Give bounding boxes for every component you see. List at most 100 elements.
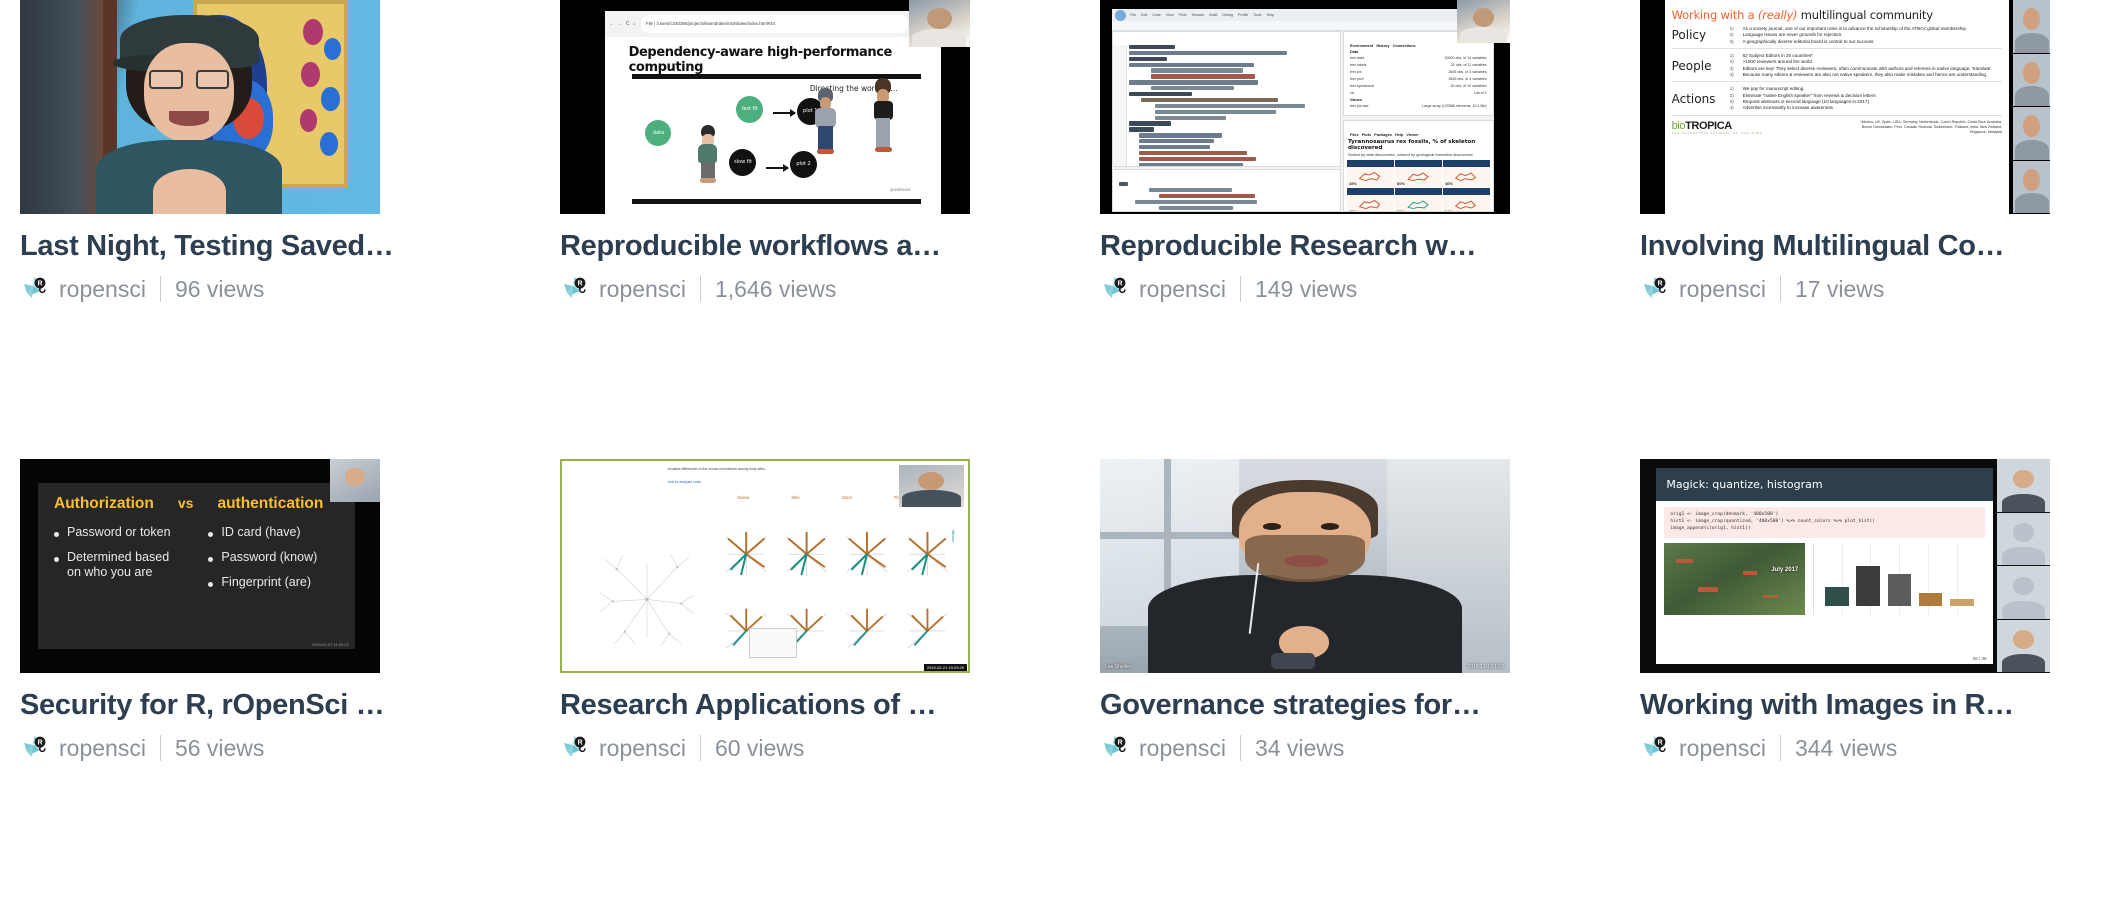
webcam-tile — [1996, 459, 2050, 513]
list-item: ID card (have) — [208, 525, 338, 540]
video-byline: R ropensci 344 views — [1640, 733, 2040, 763]
heading-emphasis: (really) — [1757, 8, 1798, 22]
video-title[interactable]: Governance strategies for… — [1100, 689, 1500, 721]
code-line: orig1 <- image_crop(denmark, '400x500') — [1670, 512, 1779, 518]
thumbnail-biotropica-slide-image: Working with a (really) multilingual com… — [1640, 0, 2050, 214]
tab-packages[interactable]: Packages — [1374, 133, 1392, 137]
analysis-code-link[interactable]: Link to analysis code — [668, 480, 701, 484]
channel-name[interactable]: ropensci — [59, 735, 146, 762]
ide-menubar: File Edit Code View Plots Session Build … — [1112, 8, 1494, 21]
tab-viewer[interactable]: Viewer — [1406, 133, 1418, 137]
menu-plots: Plots — [1178, 12, 1187, 17]
video-thumbnail[interactable]: Lee Sheller 2018-12-18 10:2 — [1100, 459, 1510, 673]
video-thumbnail[interactable] — [20, 0, 380, 214]
webcam-overlay-strip — [2013, 0, 2050, 214]
video-card[interactable]: Working with a (really) multilingual com… — [1640, 0, 2126, 459]
code-block: orig1 <- image_crop(denmark, '400x500') … — [1664, 507, 1985, 538]
facet-cell: 46% — [1443, 159, 1490, 187]
channel-name[interactable]: ropensci — [599, 276, 686, 303]
video-thumbnail[interactable]: Magick: quantize, histogram orig1 <- ima… — [1640, 459, 2050, 673]
channel-name[interactable]: ropensci — [1139, 735, 1226, 762]
tab-history[interactable]: History — [1376, 44, 1389, 48]
code-line: image_append(c(orig1, hist1)) — [1670, 525, 1751, 531]
video-card[interactable]: Last Night, Testing Saved… R ropensci 96… — [20, 0, 540, 459]
list-item: Password (know) — [208, 550, 338, 565]
video-card[interactable]: Lee Sheller 2018-12-18 10:2 Governance s… — [1100, 459, 1620, 918]
slide-section-actions: Actions 1) We pay for manuscript editing.… — [1671, 82, 2002, 116]
node-fast-fit: fast fit — [736, 96, 764, 124]
slide-heading-row: Authorization vs authentication — [54, 495, 339, 513]
node-plot-2: plot 2 — [790, 150, 817, 178]
facet-label: Skin — [791, 494, 800, 500]
channel-name[interactable]: ropensci — [1679, 735, 1766, 762]
svg-text:R: R — [1117, 281, 1122, 288]
tab-environment[interactable]: Environment — [1350, 44, 1373, 48]
slide-heading: Magick: quantize, histogram — [1666, 477, 1823, 491]
env-var-value: 2645 obs. of 4 variables — [1448, 76, 1487, 81]
video-meta: Last Night, Testing Saved… R ropensci 96… — [20, 214, 420, 304]
video-grid: Last Night, Testing Saved… R ropensci 96… — [0, 0, 2126, 918]
view-count: 34 views — [1254, 734, 1345, 761]
ropensci-avatar-icon: R — [20, 733, 50, 763]
video-thumbnail[interactable]: Working with a (really) multilingual com… — [1640, 0, 2050, 214]
channel-name[interactable]: ropensci — [59, 276, 146, 303]
view-count: 344 views — [1794, 734, 1898, 761]
facet-percent: 54% — [1445, 209, 1453, 210]
video-title[interactable]: Last Night, Testing Saved… — [20, 230, 420, 262]
video-meta: Governance strategies for… R ropensci 34… — [1100, 673, 1500, 763]
channel-name[interactable]: ropensci — [1139, 276, 1226, 303]
ropensci-avatar-icon: R — [1640, 733, 1670, 763]
video-card[interactable]: Magick: quantize, histogram orig1 <- ima… — [1640, 459, 2126, 918]
channel-name[interactable]: ropensci — [599, 735, 686, 762]
thumbnail-phylo-network-image: visualize differences in the human micro… — [560, 459, 970, 673]
channel-name[interactable]: ropensci — [1679, 276, 1766, 303]
video-thumbnail[interactable]: ← → C ⌂ File | /Users/c240390/projects/l… — [560, 0, 970, 214]
ropensci-avatar-icon: R — [20, 274, 50, 304]
thumbnail-auth-slide-image: Authorization vs authentication Password… — [20, 459, 380, 673]
logo-tropica: TROPICA — [1685, 119, 1732, 132]
video-timestamp: 2018-12-18 10:2 — [1467, 664, 1504, 670]
console-pane — [1112, 169, 1342, 212]
svg-text:R: R — [37, 740, 42, 747]
webcam-overlay — [1456, 0, 1510, 43]
tab-plots[interactable]: Plots — [1362, 133, 1371, 137]
video-title[interactable]: Working with Images in R… — [1640, 689, 2040, 721]
video-title[interactable]: Involving Multilingual Co… — [1640, 230, 2040, 262]
powtoon-watermark: powtoon — [890, 186, 912, 192]
meta-divider — [699, 276, 701, 303]
video-card[interactable]: visualize differences in the human micro… — [560, 459, 1080, 918]
video-title[interactable]: Security for R, rOpenSci … — [20, 689, 420, 721]
video-meta: Reproducible workflows a… R ropensci 1,6… — [560, 214, 960, 304]
env-var-name: trex.labels — [1350, 62, 1367, 67]
section-label: Actions — [1671, 91, 1716, 106]
env-var-name: trex.pix2 — [1350, 76, 1364, 81]
authentication-list: ID card (have) Password (know) Fingerpri… — [208, 525, 338, 600]
plot-facet-grid: 45% 60% 46% 85% — [1344, 157, 1493, 211]
tab-files[interactable]: Files — [1350, 133, 1359, 137]
webcam-overlay-strip — [1996, 459, 2050, 673]
menu-edit: Edit — [1141, 12, 1148, 17]
facet-percent: 45% — [1349, 180, 1358, 186]
webcam-tile — [1996, 566, 2050, 620]
video-card[interactable]: File Edit Code View Plots Session Build … — [1100, 0, 1620, 459]
video-byline: R ropensci 149 views — [1100, 274, 1500, 304]
slide-section-policy: Policy 1) As a society journal, one of ou… — [1671, 22, 2002, 49]
slide-page-number: 26 / 38 — [1972, 656, 1987, 662]
video-byline: R ropensci 1,646 views — [560, 274, 960, 304]
video-thumbnail[interactable]: Authorization vs authentication Password… — [20, 459, 380, 673]
r-logo-icon — [1115, 9, 1127, 21]
video-title[interactable]: Reproducible Research w… — [1100, 230, 1500, 262]
webcam-overlay — [329, 459, 380, 502]
video-title[interactable]: Reproducible workflows a… — [560, 230, 960, 262]
ropensci-avatar-icon: R — [1100, 733, 1130, 763]
section-label: People — [1671, 58, 1712, 73]
tab-help[interactable]: Help — [1395, 133, 1403, 137]
video-card[interactable]: ← → C ⌂ File | /Users/c240390/projects/l… — [560, 0, 1080, 459]
ropensci-avatar-icon: R — [1100, 274, 1130, 304]
video-thumbnail[interactable]: File Edit Code View Plots Session Build … — [1100, 0, 1510, 214]
video-card[interactable]: Authorization vs authentication Password… — [20, 459, 540, 918]
tab-connections[interactable]: Connections — [1393, 44, 1416, 48]
video-thumbnail[interactable]: visualize differences in the human micro… — [560, 459, 970, 673]
video-byline: R ropensci 56 views — [20, 733, 420, 763]
video-title[interactable]: Research Applications of … — [560, 689, 960, 721]
